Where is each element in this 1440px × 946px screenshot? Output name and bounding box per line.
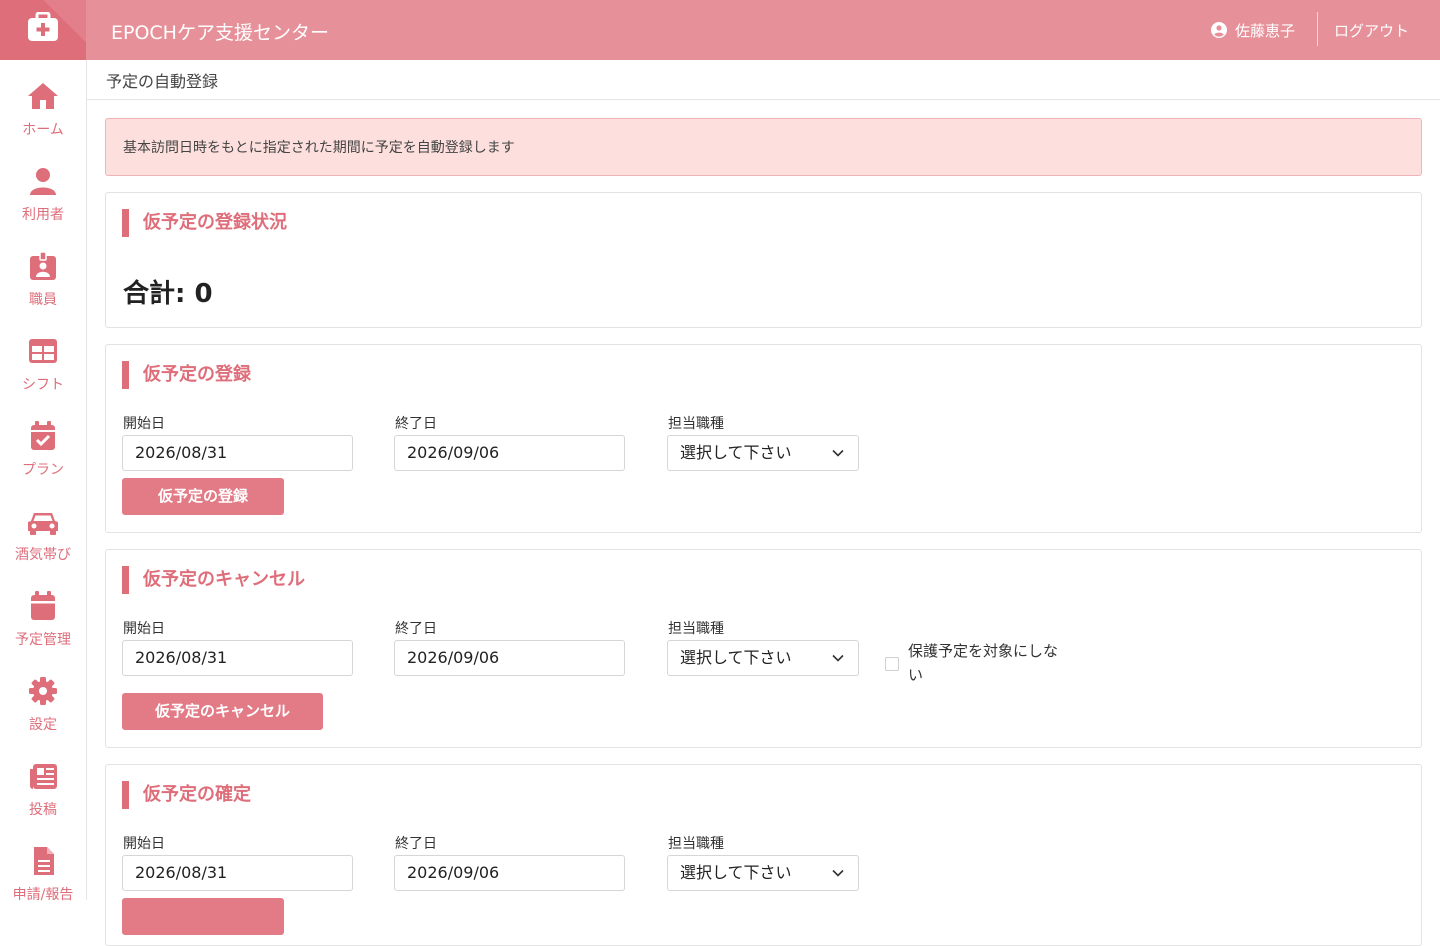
sidebar-item-users[interactable]: 利用者 [0, 145, 86, 230]
register-card: 仮予定の登録 開始日 2026/08/31 終了日 2026/09/06 担当職… [105, 344, 1422, 533]
chevron-down-icon [832, 869, 844, 877]
newspaper-icon [30, 764, 57, 789]
chevron-down-icon [832, 654, 844, 662]
end-date-label: 終了日 [395, 836, 437, 852]
chevron-down-icon [832, 449, 844, 457]
logout-link[interactable]: ログアウト [1334, 20, 1409, 41]
end-date-label: 終了日 [395, 416, 437, 432]
exclude-protected-checkbox[interactable] [885, 657, 899, 671]
table-icon [29, 339, 57, 363]
start-date-label: 開始日 [123, 416, 165, 432]
cancel-card-title: 仮予定のキャンセル [122, 566, 305, 594]
start-date-input[interactable]: 2026/08/31 [122, 435, 353, 471]
confirm-card-title: 仮予定の確定 [122, 781, 251, 809]
end-date-input[interactable]: 2026/09/06 [394, 640, 625, 676]
role-label: 担当職種 [668, 621, 724, 637]
sidebar-item-posts[interactable]: 投稿 [0, 740, 86, 825]
cancel-card: 仮予定のキャンセル 開始日 2026/08/31 終了日 2026/09/06 … [105, 549, 1422, 748]
top-header: EPOCHケア支援センター 佐藤恵子 ログアウト [0, 0, 1440, 60]
app-title: EPOCHケア支援センター [111, 22, 329, 44]
sidebar-item-staff[interactable]: 職員 [0, 230, 86, 315]
header-divider [1317, 12, 1318, 46]
cancel-button[interactable]: 仮予定のキャンセル [122, 693, 323, 730]
medical-kit-icon [28, 12, 58, 41]
calendar-icon [31, 591, 55, 620]
sidebar-item-shift[interactable]: シフト [0, 315, 86, 400]
end-date-input[interactable]: 2026/09/06 [394, 435, 625, 471]
user-circle-icon [1211, 22, 1227, 38]
sidebar-item-settings[interactable]: 設定 [0, 655, 86, 740]
sidebar: ホーム 利用者 職員 シフト プラン 酒気帯び 予定管理 設定 投稿 申請/報告 [0, 60, 87, 903]
breadcrumb: 予定の自動登録 [87, 60, 1440, 100]
exclude-protected-label[interactable]: 保護予定を対象にしない [908, 639, 1058, 687]
role-select[interactable]: 選択して下さい [667, 855, 859, 891]
confirm-button[interactable] [122, 898, 284, 935]
start-date-input[interactable]: 2026/08/31 [122, 640, 353, 676]
start-date-input[interactable]: 2026/08/31 [122, 855, 353, 891]
logo[interactable] [0, 0, 86, 60]
info-alert: 基本訪問日時をもとに指定された期間に予定を自動登録します [105, 118, 1422, 176]
sidebar-item-alcohol-check[interactable]: 酒気帯び [0, 485, 86, 570]
document-icon [34, 847, 54, 875]
gear-icon [29, 677, 57, 705]
end-date-input[interactable]: 2026/09/06 [394, 855, 625, 891]
car-icon [28, 513, 58, 535]
start-date-label: 開始日 [123, 836, 165, 852]
sidebar-item-plan[interactable]: プラン [0, 400, 86, 485]
sidebar-item-schedule[interactable]: 予定管理 [0, 570, 86, 655]
start-date-label: 開始日 [123, 621, 165, 637]
alert-text: 基本訪問日時をもとに指定された期間に予定を自動登録します [123, 140, 515, 156]
role-select[interactable]: 選択して下さい [667, 435, 859, 471]
confirm-card: 仮予定の確定 開始日 2026/08/31 終了日 2026/09/06 担当職… [105, 764, 1422, 946]
user-icon [30, 168, 56, 195]
sidebar-item-home[interactable]: ホーム [0, 60, 86, 145]
end-date-label: 終了日 [395, 621, 437, 637]
page-title: 予定の自動登録 [106, 72, 219, 91]
user-menu[interactable]: 佐藤恵子 [1211, 20, 1295, 40]
register-card-title: 仮予定の登録 [122, 361, 251, 389]
calendar-check-icon [31, 421, 55, 450]
user-name: 佐藤恵子 [1235, 21, 1296, 40]
role-label: 担当職種 [668, 836, 724, 852]
role-label: 担当職種 [668, 416, 724, 432]
id-badge-icon [30, 251, 56, 280]
total-count: 合計: 0 [123, 279, 213, 309]
register-button[interactable]: 仮予定の登録 [122, 478, 284, 515]
sidebar-item-reports[interactable]: 申請/報告 [0, 825, 86, 910]
status-card: 仮予定の登録状況 合計: 0 [105, 192, 1422, 328]
status-card-title: 仮予定の登録状況 [122, 209, 287, 237]
home-icon [28, 83, 58, 109]
role-select[interactable]: 選択して下さい [667, 640, 859, 676]
